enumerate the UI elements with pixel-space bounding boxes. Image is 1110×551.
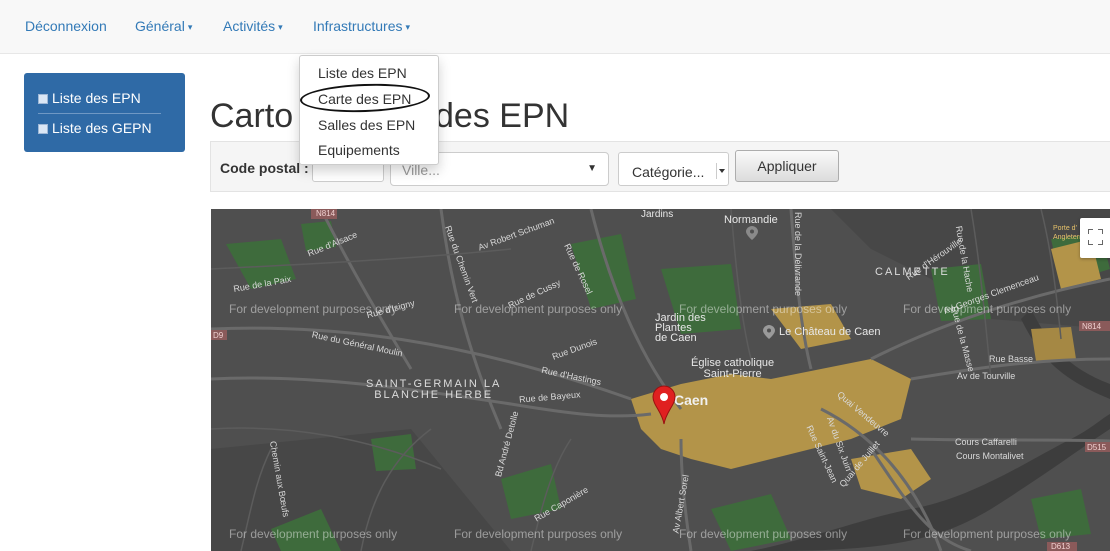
route-label-d515: D515: [1087, 443, 1107, 452]
map-poi-icon: [763, 325, 775, 339]
route-label-d9: D9: [213, 331, 224, 340]
street-label: Cours Montalivet: [956, 451, 1024, 461]
route-label-d613: D613: [1051, 542, 1071, 551]
fullscreen-icon: [1098, 240, 1103, 245]
nav-general[interactable]: Général ▾: [135, 18, 192, 34]
fullscreen-icon: [1098, 229, 1103, 234]
fullscreen-icon: [1088, 229, 1093, 234]
district-label-saint-germain: SAINT-GERMAIN LA BLANCHE HERBE: [366, 378, 502, 401]
sidebar: Liste des EPN Liste des GEPN: [24, 73, 185, 152]
poi-label-normandie: Normandie: [724, 214, 778, 226]
route-label-n814-east: N814: [1082, 322, 1102, 331]
poi-label-chateau: Le Château de Caen: [779, 326, 881, 338]
fullscreen-button[interactable]: [1080, 218, 1110, 258]
city-label-caen: Caen: [674, 392, 709, 408]
postal-code-label: Code postal :: [220, 160, 309, 176]
watermark: For development purposes only: [679, 302, 848, 316]
top-navbar: Déconnexion Général ▾ Activités ▾ Infrastr…: [0, 0, 1110, 54]
book-icon: [38, 94, 48, 104]
watermark: For development purposes only: [903, 527, 1072, 541]
poi-label-jardin-plantes: Jardin des Plantes de Caen: [655, 312, 706, 344]
menu-item-equipements[interactable]: Equipements: [318, 142, 400, 158]
street-label: Av de Tourville: [957, 371, 1016, 381]
sidebar-divider: [38, 113, 161, 114]
menu-item-salles-epn[interactable]: Salles des EPN: [318, 117, 415, 133]
chevron-down-icon: ▼: [587, 163, 597, 174]
district-label-calmette: CALMETTE: [875, 266, 950, 278]
street-label: Rue Basse: [989, 354, 1034, 364]
menu-item-liste-epn[interactable]: Liste des EPN: [318, 65, 407, 81]
nav-infrastructures[interactable]: Infrastructures ▾: [313, 18, 410, 34]
street-label: Cours Caffarelli: [955, 437, 1017, 447]
watermark: For development purposes only: [454, 527, 623, 541]
sidebar-item-liste-gepn[interactable]: Liste des GEPN: [38, 120, 152, 136]
route-label-n814: N814: [316, 209, 336, 218]
categorie-value: Catégorie...: [632, 164, 705, 180]
caret-down-icon: ▾: [187, 22, 193, 32]
poi-label-jardins: Jardins: [641, 209, 674, 220]
categorie-select[interactable]: Catégorie...: [618, 152, 729, 186]
map-canvas[interactable]: N814 D9 N814 D515 D613 Rue d'Alsace Rue …: [211, 209, 1110, 551]
fullscreen-icon: [1088, 240, 1093, 245]
map-poi-icon: [746, 226, 758, 240]
nav-deconnexion[interactable]: Déconnexion: [25, 18, 107, 34]
watermark: For development purposes only: [229, 302, 398, 316]
sidebar-item-liste-epn[interactable]: Liste des EPN: [38, 90, 141, 106]
watermark: For development purposes only: [903, 302, 1072, 316]
watermark: For development purposes only: [229, 527, 398, 541]
watermark: For development purposes only: [454, 302, 623, 316]
poi-label-eglise: Église catholique Saint-Pierre: [691, 357, 775, 380]
select-arrow-icon: [716, 163, 726, 179]
street-label: Rue de la Délivrande: [793, 211, 804, 297]
caret-down-icon: ▾: [278, 22, 283, 32]
nav-activites[interactable]: Activités ▾: [223, 18, 283, 34]
location-pin-icon[interactable]: [652, 385, 676, 425]
watermark: For development purposes only: [679, 527, 848, 541]
caret-down-icon: ▾: [405, 22, 411, 32]
book-icon: [38, 124, 48, 134]
apply-button[interactable]: Appliquer: [735, 150, 839, 182]
